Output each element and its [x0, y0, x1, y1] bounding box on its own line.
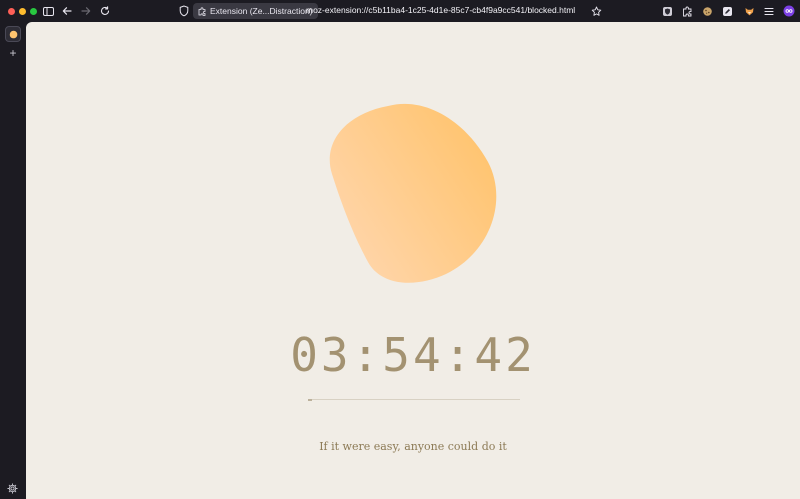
- profile-icon[interactable]: [782, 4, 796, 18]
- motivational-quote: If it were easy, anyone could do it: [319, 440, 507, 453]
- extension-identity-chip[interactable]: Extension (Ze...Distraction): [193, 3, 318, 19]
- gear-icon[interactable]: [7, 481, 19, 494]
- puzzle-icon[interactable]: [680, 4, 694, 18]
- url-field[interactable]: moz-extension://c5b11ba4-1c25-4d1e-85c7-…: [306, 5, 575, 15]
- shield-icon[interactable]: [179, 4, 191, 18]
- menu-icon[interactable]: [762, 4, 776, 18]
- new-tab-button[interactable]: +: [7, 46, 19, 60]
- pen-icon[interactable]: [720, 4, 734, 18]
- blob-graphic: [329, 103, 497, 283]
- sidebar-icon[interactable]: [41, 4, 55, 18]
- browser-window: Extension (Ze...Distraction) moz-extensi…: [0, 0, 800, 499]
- puzzle-icon: [198, 6, 207, 16]
- reload-icon[interactable]: [98, 4, 112, 18]
- window-minimize-button[interactable]: [19, 8, 26, 15]
- shield-extension-icon[interactable]: [660, 4, 674, 18]
- arrow-left-icon[interactable]: [60, 4, 74, 18]
- fox-icon[interactable]: [742, 4, 756, 18]
- sidebar-tab-active[interactable]: [5, 26, 21, 42]
- progress-track: [308, 399, 520, 400]
- blocked-page: 03:54:42 If it were easy, anyone could d…: [26, 22, 800, 499]
- countdown-timer: 03:54:42: [290, 328, 536, 382]
- tab-favicon-icon: [9, 30, 18, 39]
- window-close-button[interactable]: [8, 8, 15, 15]
- cookie-icon[interactable]: [700, 4, 714, 18]
- browser-toolbar: Extension (Ze...Distraction) moz-extensi…: [0, 0, 800, 22]
- progress-fill: [308, 398, 313, 401]
- extension-chip-label: Extension (Ze...Distraction): [210, 6, 313, 16]
- star-icon[interactable]: [589, 4, 603, 18]
- tab-sidebar: +: [0, 22, 26, 499]
- arrow-right-icon[interactable]: [79, 4, 93, 18]
- window-maximize-button[interactable]: [30, 8, 37, 15]
